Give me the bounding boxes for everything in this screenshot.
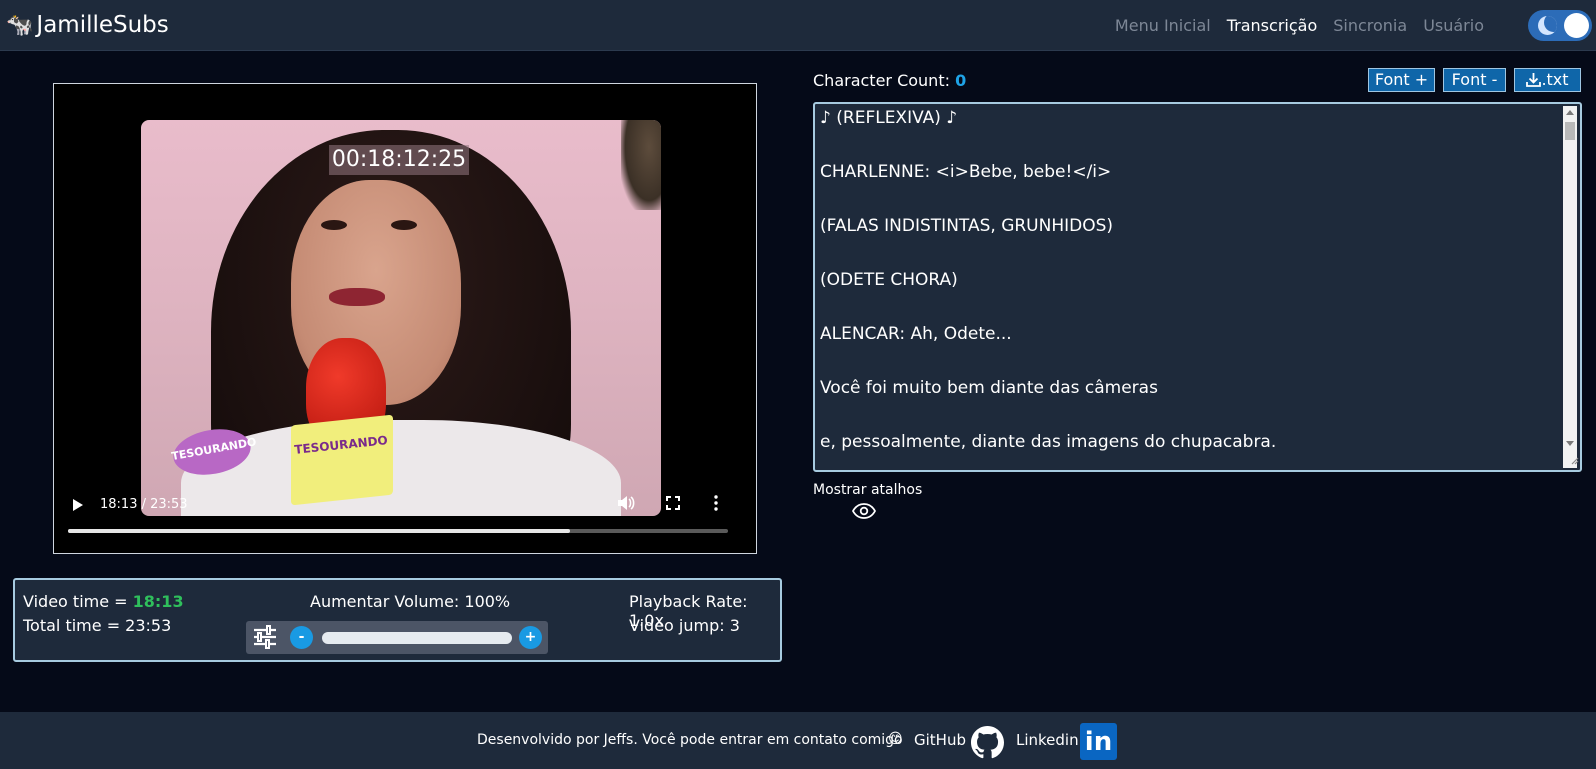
transcript-line: CHARLENNE: <i>Bebe, bebe!</i> (820, 162, 1112, 182)
volume-decrease-button[interactable]: - (290, 626, 313, 649)
footer-text: Desenvolvido por Jeffs. Você pode entrar… (477, 732, 903, 748)
scroll-down-arrow-icon[interactable] (1566, 441, 1574, 446)
video-time-display: 18:13 / 23:53 (100, 497, 188, 512)
font-decrease-button[interactable]: Font - (1443, 68, 1506, 92)
video-time-value: 18:13 (132, 592, 184, 611)
video-jump-text: Video jump: 3 (629, 616, 740, 635)
download-txt-label: .txt (1541, 70, 1569, 89)
theme-toggle[interactable] (1528, 10, 1592, 41)
video-controls: 18:13 / 23:53 (54, 493, 756, 553)
transcript-line: e, pessoalmente, diante das imagens do c… (820, 432, 1277, 452)
video-eye-right (391, 220, 417, 230)
cow-logo-icon: 🐄 (6, 12, 34, 38)
volume-label: Aumentar Volume: 100% (310, 592, 511, 611)
moon-icon (1538, 16, 1557, 35)
smile-emoji-icon: 😊 (888, 731, 903, 747)
video-lips-shape (329, 288, 385, 306)
video-eye-left (321, 220, 347, 230)
video-player[interactable]: TESOURANDO TESOURANDO 00:18:12:25 18:13 … (53, 83, 757, 554)
show-shortcuts-label: Mostrar atalhos (813, 482, 923, 498)
brand-link[interactable]: 🐄 JamilleSubs (6, 12, 169, 38)
video-plant-shape (621, 120, 661, 210)
play-icon[interactable] (73, 499, 83, 511)
transcript-line: (FALAS INDISTINTAS, GRUNHIDOS) (820, 216, 1114, 236)
fullscreen-icon[interactable] (666, 495, 680, 514)
nav-links: Menu Inicial Transcrição Sincronia Usuár… (1099, 0, 1484, 51)
character-count-value: 0 (955, 71, 967, 90)
brand-name: JamilleSubs (36, 12, 169, 38)
download-icon (1526, 73, 1542, 87)
nav-link-transcricao[interactable]: Transcrição (1227, 16, 1318, 35)
volume-control: - + (246, 621, 548, 654)
toggle-knob (1564, 13, 1589, 38)
github-icon[interactable] (971, 726, 1004, 763)
video-timecode-overlay: 00:18:12:25 (329, 145, 469, 175)
video-time-line: Video time = 18:13 (23, 592, 184, 611)
nav-link-sincronia[interactable]: Sincronia (1333, 16, 1407, 35)
character-count-label: Character Count: (813, 71, 956, 90)
more-options-icon[interactable] (714, 495, 718, 515)
video-mic-flag-shape (291, 414, 393, 506)
github-link[interactable]: GitHub (914, 731, 966, 749)
video-frame-image: TESOURANDO TESOURANDO (141, 120, 661, 516)
video-info-panel: Video time = 18:13 Total time = 23:53 Au… (13, 578, 782, 662)
volume-increase-button[interactable]: + (519, 626, 542, 649)
top-navbar: 🐄 JamilleSubs Menu Inicial Transcrição S… (0, 0, 1596, 51)
linkedin-icon[interactable]: in (1080, 723, 1117, 760)
eye-icon[interactable] (851, 503, 877, 523)
video-progress-bar[interactable] (68, 529, 728, 533)
transcript-line: ALENCAR: Ah, Odete... (820, 324, 1012, 344)
volume-icon[interactable] (617, 495, 635, 515)
transcript-line: (ODETE CHORA) (820, 270, 958, 290)
scroll-thumb[interactable] (1565, 122, 1575, 140)
resize-grip-icon[interactable] (1569, 450, 1579, 469)
video-time-label: Video time = (23, 592, 133, 611)
character-count: Character Count: 0 (813, 71, 966, 90)
total-time-text: Total time = 23:53 (23, 616, 172, 635)
scroll-up-arrow-icon[interactable] (1566, 110, 1574, 115)
equalizer-icon[interactable] (252, 625, 278, 653)
font-increase-button[interactable]: Font + (1368, 68, 1435, 92)
download-txt-button[interactable]: .txt (1514, 68, 1581, 92)
linkedin-link[interactable]: Linkedin (1016, 731, 1079, 749)
transcription-textarea[interactable]: ♪ (REFLEXIVA) ♪ CHARLENNE: <i>Bebe, bebe… (813, 102, 1582, 472)
nav-link-menu-inicial[interactable]: Menu Inicial (1115, 16, 1211, 35)
footer: Desenvolvido por Jeffs. Você pode entrar… (0, 712, 1596, 769)
transcript-line: Você foi muito bem diante das câmeras (820, 378, 1158, 398)
transcript-line: ♪ (REFLEXIVA) ♪ (820, 108, 958, 128)
nav-link-usuario[interactable]: Usuário (1423, 16, 1484, 35)
volume-slider[interactable] (322, 632, 512, 644)
editor-scrollbar[interactable] (1563, 106, 1577, 468)
video-progress-fill (68, 529, 570, 533)
